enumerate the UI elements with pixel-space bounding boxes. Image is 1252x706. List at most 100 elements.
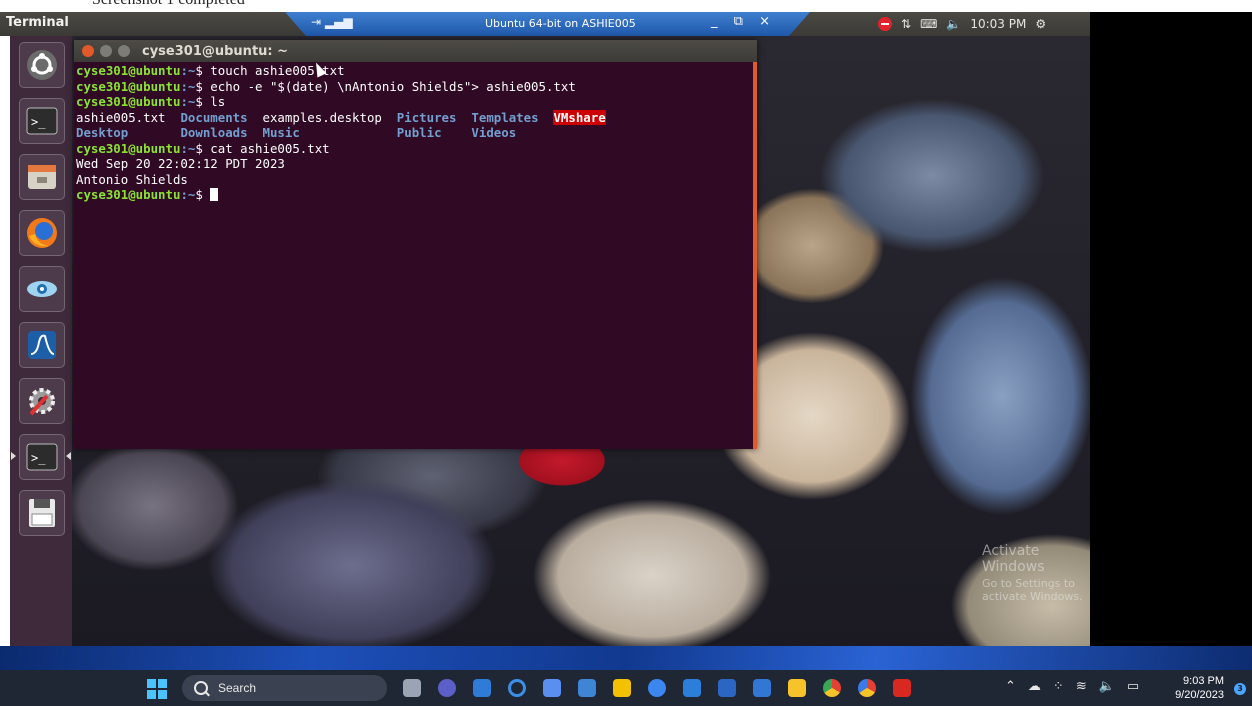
vm-title-bar[interactable]: ⇥ ▂▄▆ Ubuntu 64-bit on ASHIE005 _ ⧉ × [285,12,810,36]
taskbar-search-box[interactable]: Search [182,675,387,701]
floppy-icon [29,499,55,527]
ls-output-row-2: Desktop Downloads Music Public Videos [76,125,755,141]
svg-text:>_: >_ [31,451,46,465]
chrome-icon[interactable] [823,679,841,697]
ubuntu-dash-icon [27,50,57,80]
terminal-line: cyse301@ubuntu:~$ touch ashie005.txt [76,63,345,78]
host-wallpaper-strip [0,646,1252,670]
launcher-firefox-button[interactable] [19,210,65,256]
pin-icon[interactable]: ⇥ ▂▄▆ [311,15,353,29]
ls-dir: Pictures [396,109,457,125]
browser-icon[interactable] [648,679,666,697]
notification-badge[interactable]: 3 [1234,683,1246,695]
cat-output-line: Wed Sep 20 22:02:12 PDT 2023 [76,156,285,171]
ls-file: examples.desktop [262,109,382,125]
taskbar-clock[interactable]: 9:03 PM 9/20/2023 [1172,674,1224,702]
terminal-line: cyse301@ubuntu:~$ [76,187,755,203]
terminal-icon: >_ [26,107,58,135]
sticky-notes-icon[interactable] [613,679,631,697]
launcher-focus-indicator [66,452,71,460]
clock-time: 9:03 PM [1183,675,1224,687]
terminal-icon: >_ [26,443,58,471]
ubuntu-indicator-area: ⇅ ⌨ 🔈 10:03 PM ⚙ [878,15,1046,33]
ubuntu-top-panel: Terminal ⇥ ▂▄▆ Ubuntu 64-bit on ASHIE005… [0,12,1090,36]
app-icon[interactable] [578,679,596,697]
unity-launcher: >_ >_ [10,36,72,646]
snipping-tool-icon[interactable] [543,679,561,697]
photos-icon[interactable] [473,679,491,697]
task-view-icon[interactable] [403,679,421,697]
ubuntu-dash-button[interactable] [19,42,65,88]
text-cursor [210,188,219,201]
vm-border-black [1090,12,1252,646]
terminal-window[interactable]: cyse301@ubuntu: ~ cyse301@ubuntu:~$ touc… [74,40,757,449]
caption-text: Screenshot 1 completed [92,0,245,9]
terminal-titlebar[interactable]: cyse301@ubuntu: ~ [74,40,757,62]
terminal-output[interactable]: cyse301@ubuntu:~$ touch ashie005.txt cyse… [74,62,757,204]
ls-file: ashie005.txt [76,109,166,125]
onedrive-icon[interactable]: ☁ [1028,679,1041,694]
vm-window-controls[interactable]: _ ⧉ × [711,14,776,29]
launcher-active-indicator [11,452,16,460]
network-icon[interactable]: ⇅ [901,17,911,31]
wireshark-icon [28,331,56,359]
app-tray-icon[interactable]: ⁘ [1053,679,1064,694]
chevron-up-icon[interactable]: ⌃ [1005,679,1016,694]
launcher-drive-button[interactable] [19,490,65,536]
eye-icon [27,281,57,297]
keyboard-icon[interactable]: ⌨ [920,17,937,31]
launcher-settings-button[interactable] [19,378,65,424]
ls-dir: Desktop [76,125,129,140]
battery-icon[interactable]: ▭ [1127,679,1139,694]
ls-dir: Public [396,125,442,140]
terminal-line: cyse301@ubuntu:~$ ls [76,94,226,109]
minimize-button[interactable] [100,45,112,57]
watermark-subtitle: Go to Settings to activate Windows. [982,577,1083,603]
files-icon [28,165,56,189]
settings-icon [29,388,55,416]
windows-start-button[interactable] [147,679,167,699]
terminal-scrollbar[interactable] [753,62,757,449]
speaker-icon[interactable]: 🔈 [1099,679,1115,694]
teams-icon[interactable] [438,679,456,697]
clock-date: 9/20/2023 [1175,689,1224,701]
active-app-title: Terminal [6,15,69,30]
stop-icon[interactable] [878,17,892,31]
file-explorer-icon[interactable] [788,679,806,697]
ls-dir: Templates [471,109,539,125]
windows-taskbar: Search ⌃ ☁ ⁘ ≋ 🔈 ▭ 9:03 PM 9/20/2023 3 [0,670,1252,706]
chrome-profile-icon[interactable] [858,679,876,697]
terminal-line: cyse301@ubuntu:~$ echo -e "$(date) \nAnt… [76,78,576,94]
mail-icon[interactable] [683,679,701,697]
firefox-icon [27,218,57,248]
maximize-button[interactable] [118,45,130,57]
launcher-files-button[interactable] [19,154,65,200]
ls-dir: Music [262,125,300,140]
word-icon[interactable] [718,679,736,697]
volume-icon[interactable]: 🔈 [946,17,961,31]
cat-output-line: Antonio Shields [76,171,188,187]
launcher-terminal-active-button[interactable]: >_ [19,434,65,480]
terminal-title: cyse301@ubuntu: ~ [142,43,289,59]
ls-dir: Documents [180,109,248,125]
watermark-title: Activate Windows [982,543,1045,575]
launcher-wireshark-button[interactable] [19,322,65,368]
vm-title: Ubuntu 64-bit on ASHIE005 [485,17,636,30]
close-button[interactable] [82,45,94,57]
ls-dir: Videos [471,125,517,140]
search-label: Search [218,681,257,695]
cortana-icon[interactable] [508,679,526,697]
activation-watermark: Activate Windows Go to Settings to activ… [982,543,1090,603]
wifi-icon[interactable]: ≋ [1076,679,1087,694]
gear-icon[interactable]: ⚙ [1035,17,1046,31]
search-icon [194,681,208,695]
acrobat-icon[interactable] [893,679,911,697]
ls-output-row-1: ashie005.txt Documents examples.desktop … [76,109,755,126]
caption-strip: Screenshot 1 completed [0,0,1252,12]
launcher-eye-button[interactable] [19,266,65,312]
vmware-icon[interactable] [753,679,771,697]
launcher-terminal-button[interactable]: >_ [19,98,65,144]
clock[interactable]: 10:03 PM [970,17,1026,31]
ls-dir: Downloads [180,125,248,140]
terminal-line: cyse301@ubuntu:~$ cat ashie005.txt [76,140,330,156]
